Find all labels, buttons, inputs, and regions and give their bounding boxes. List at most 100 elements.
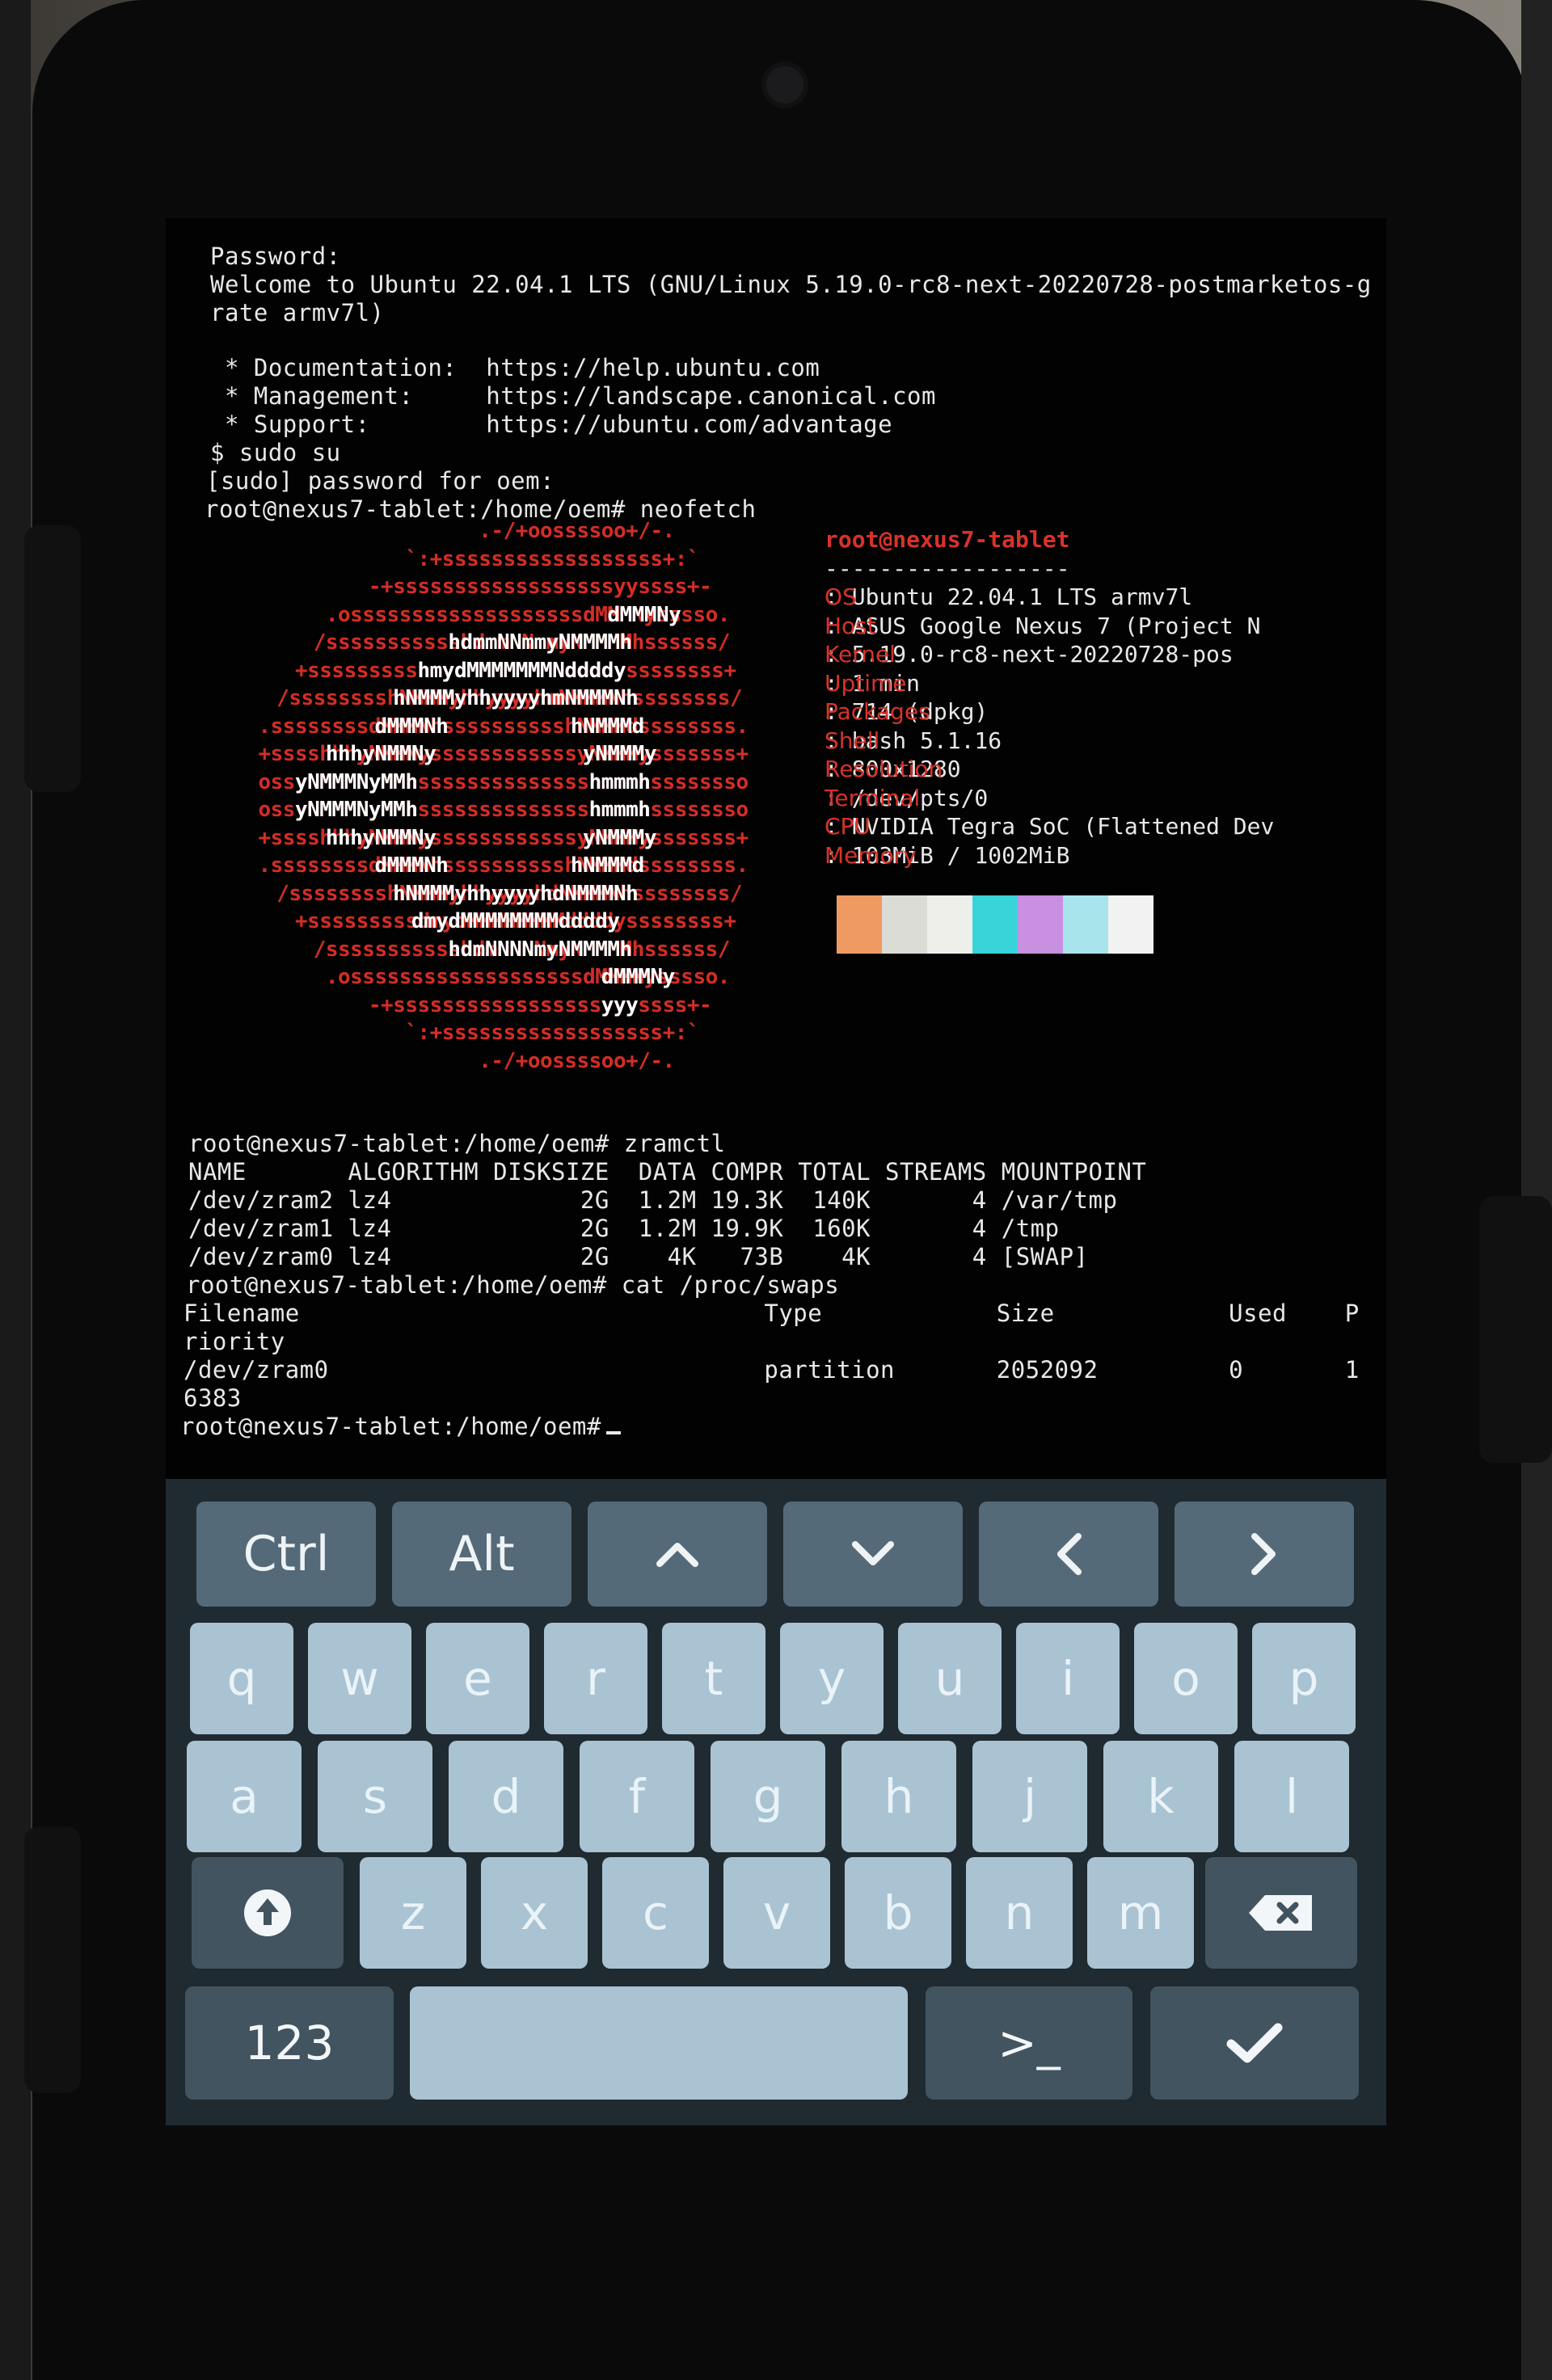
key-f[interactable]: f (580, 1741, 694, 1852)
key-label: t (704, 1651, 723, 1706)
key-g[interactable]: g (711, 1741, 825, 1852)
key-y[interactable]: y (780, 1623, 884, 1734)
table-row: /dev/zram2 lz4 2G 1.2M 19.3K 140K 4 /var… (188, 1186, 1118, 1214)
neofetch-field-value: NVIDIA Tegra SoC (Flattened Dev (851, 813, 1275, 840)
checkmark-icon (1226, 2023, 1283, 2063)
palette-swatch (837, 895, 882, 954)
key-label: f (628, 1769, 646, 1824)
neofetch-field-key: Terminal (824, 784, 921, 811)
key-v[interactable]: v (723, 1857, 830, 1969)
palette-swatch (1108, 895, 1153, 954)
ctrl-key[interactable]: Ctrl (196, 1502, 376, 1607)
palette-swatch (1018, 895, 1063, 954)
key-u[interactable]: u (898, 1623, 1002, 1734)
shift-key[interactable] (192, 1857, 344, 1969)
key-l[interactable]: l (1234, 1741, 1349, 1852)
key-r[interactable]: r (544, 1623, 647, 1734)
key-label: u (934, 1651, 965, 1706)
key-label: o (1171, 1651, 1200, 1706)
key-s[interactable]: s (318, 1741, 432, 1852)
neofetch-info: root@nexus7-tablet ------------------ OS… (824, 525, 1382, 870)
terminal-line: * Management: https://landscape.canonica… (210, 382, 936, 410)
space-key[interactable] (410, 1986, 908, 2100)
shift-arrow-icon (244, 1889, 291, 1936)
key-j[interactable]: j (972, 1741, 1087, 1852)
backspace-key[interactable] (1205, 1857, 1357, 1969)
key-label: x (520, 1885, 549, 1940)
key-d[interactable]: d (449, 1741, 563, 1852)
numbers-key[interactable]: 123 (185, 1986, 394, 2100)
key-label: d (491, 1769, 521, 1824)
volume-button (1479, 1196, 1552, 1463)
key-p[interactable]: p (1252, 1623, 1356, 1734)
neofetch-field-key: Memory (824, 841, 917, 869)
key-label: q (226, 1651, 257, 1706)
neofetch-field-key: OS (824, 583, 857, 610)
side-notch-left-bottom (24, 1826, 81, 2093)
key-e[interactable]: e (426, 1623, 529, 1734)
key-label: h (884, 1769, 914, 1824)
key-label: v (762, 1885, 791, 1940)
key-label: i (1061, 1651, 1075, 1706)
neofetch-field-key: Packages (824, 698, 930, 725)
key-n[interactable]: n (966, 1857, 1073, 1969)
numbers-key-label: 123 (244, 2016, 335, 2070)
key-label: m (1117, 1885, 1164, 1940)
arrow-down-key[interactable] (783, 1502, 963, 1607)
key-h[interactable]: h (841, 1741, 956, 1852)
key-label: w (340, 1651, 379, 1706)
key-label: k (1147, 1769, 1175, 1824)
neofetch-field-key: Kernel (824, 641, 896, 668)
terminal-line: $ sudo su (210, 439, 341, 466)
neofetch-field-key: Resolution (824, 756, 943, 782)
enter-key[interactable] (1150, 1986, 1359, 2100)
chevron-up-icon (656, 1543, 698, 1567)
arrow-right-key[interactable] (1175, 1502, 1354, 1607)
neofetch-field: Shell: bash 5.1.16 (824, 727, 1002, 754)
key-label: g (753, 1769, 783, 1824)
key-x[interactable]: x (481, 1857, 588, 1969)
key-b[interactable]: b (845, 1857, 951, 1969)
key-i[interactable]: i (1016, 1623, 1120, 1734)
key-label: c (643, 1885, 668, 1940)
neofetch-field: OS: Ubuntu 22.04.1 LTS armv7l (824, 583, 1193, 610)
neofetch-field-key: Uptime (824, 669, 907, 697)
key-t[interactable]: t (662, 1623, 765, 1734)
terminal-line: * Documentation: https://help.ubuntu.com (210, 354, 820, 381)
alt-key[interactable]: Alt (392, 1502, 571, 1607)
key-z[interactable]: z (360, 1857, 466, 1969)
neofetch-title: root@nexus7-tablet (824, 526, 1070, 553)
key-k[interactable]: k (1103, 1741, 1218, 1852)
key-a[interactable]: a (187, 1741, 302, 1852)
key-label: s (362, 1769, 388, 1824)
arrow-up-key[interactable] (588, 1502, 767, 1607)
key-q[interactable]: q (190, 1623, 293, 1734)
terminal-key[interactable]: >_ (926, 1986, 1132, 2100)
key-o[interactable]: o (1134, 1623, 1238, 1734)
neofetch-separator: ------------------ (824, 554, 1070, 582)
terminal-command: root@nexus7-tablet:/home/oem# zramctl (188, 1130, 726, 1157)
chevron-down-icon (852, 1541, 894, 1565)
key-m[interactable]: m (1087, 1857, 1194, 1969)
ubuntu-ascii-logo: .-/+oossssoo+/-. `:+ssssssssssssssssss+:… (202, 517, 792, 1107)
terminal-icon: >_ (997, 2016, 1061, 2070)
arrow-left-key[interactable] (979, 1502, 1158, 1607)
key-c[interactable]: c (602, 1857, 709, 1969)
neofetch-field-key: CPU (824, 813, 871, 840)
table-row-wrap: 6383 (183, 1384, 242, 1412)
terminal-prompt[interactable]: root@nexus7-tablet:/home/oem# (180, 1413, 621, 1441)
key-label: a (230, 1769, 259, 1824)
color-palette (837, 895, 1153, 954)
alt-key-label: Alt (449, 1526, 515, 1582)
table-header: Filename Type Size Used P (183, 1300, 1360, 1327)
table-header-wrap: riority (183, 1328, 285, 1355)
table-row: /dev/zram0 lz4 2G 4K 73B 4K 4 [SWAP] (188, 1243, 1089, 1270)
key-label: e (463, 1651, 492, 1706)
neofetch-field: Resolution: 800x1280 (824, 756, 961, 782)
neofetch-field-value: 5.19.0-rc8-next-20220728-pos (851, 641, 1234, 668)
front-camera (766, 66, 803, 103)
on-screen-keyboard: Ctrl Alt q w e r t y u i o p a s d f g h j k l z x c v b n m 12… (166, 1479, 1386, 2125)
neofetch-field-key: Shell (824, 727, 880, 754)
key-w[interactable]: w (308, 1623, 411, 1734)
neofetch-field: CPU: NVIDIA Tegra SoC (Flattened Dev (824, 813, 1275, 840)
